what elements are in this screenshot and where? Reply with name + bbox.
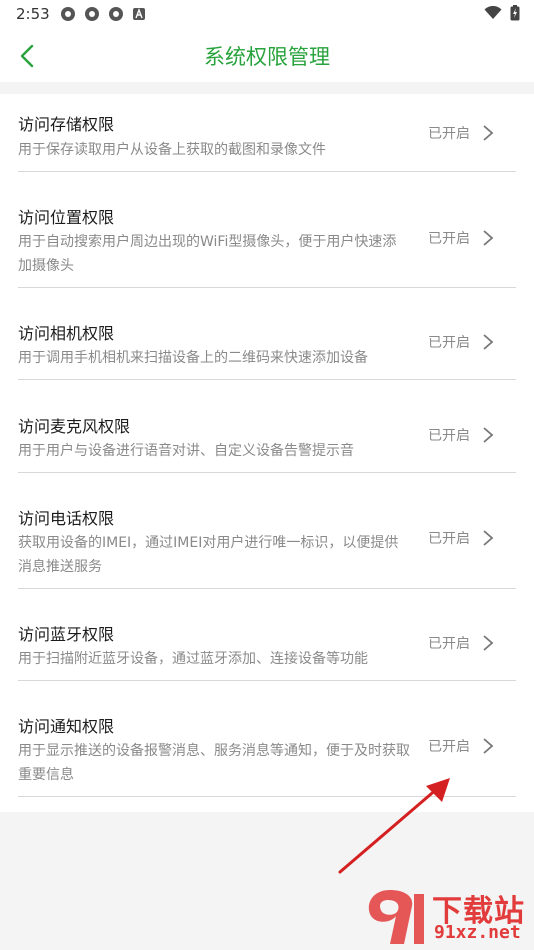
permission-row-bluetooth[interactable]: 访问蓝牙权限 用于扫描附近蓝牙设备，通过蓝牙添加、连接设备等功能 已开启 xyxy=(18,588,516,681)
permission-row-notification[interactable]: 访问通知权限 用于显示推送的设备报警消息、服务消息等通知，便于及时获取重要信息 … xyxy=(18,680,516,797)
chevron-right-icon xyxy=(483,530,494,546)
permission-description: 用于扫描附近蓝牙设备，通过蓝牙添加、连接设备等功能 xyxy=(18,651,368,667)
permission-title: 访问位置权限 xyxy=(18,208,115,227)
permission-title: 访问蓝牙权限 xyxy=(18,625,115,644)
chevron-right-icon xyxy=(483,230,494,246)
permission-list: 访问存储权限 用于保存读取用户从设备上获取的截图和录像文件 已开启 访问位置权限… xyxy=(0,94,534,812)
chevron-right-icon xyxy=(483,427,494,443)
permission-status: 已开启 xyxy=(428,428,470,444)
permission-title: 访问相机权限 xyxy=(18,324,115,343)
status-time: 2:53 xyxy=(16,5,50,23)
permission-description: 用于自动搜索用户周边出现的WiFi型摄像头，便于用户快速添加摄像头 xyxy=(18,234,397,274)
chevron-right-icon xyxy=(483,635,494,651)
chevron-right-icon xyxy=(483,334,494,350)
permission-status: 已开启 xyxy=(428,636,470,652)
permission-status: 已开启 xyxy=(428,531,470,547)
permission-row-storage[interactable]: 访问存储权限 用于保存读取用户从设备上获取的截图和录像文件 已开启 xyxy=(18,94,516,172)
permission-title: 访问麦克风权限 xyxy=(18,417,131,436)
permission-status: 已开启 xyxy=(428,126,470,142)
permission-description: 用于显示推送的设备报警消息、服务消息等通知，便于及时获取重要信息 xyxy=(18,743,410,783)
battery-icon xyxy=(510,5,520,21)
chevron-right-icon xyxy=(483,738,494,754)
permission-row-microphone[interactable]: 访问麦克风权限 用于用户与设备进行语音对讲、自定义设备告警提示音 已开启 xyxy=(18,379,516,473)
permission-description: 用于保存读取用户从设备上获取的截图和录像文件 xyxy=(18,142,326,158)
app-notification-icon xyxy=(109,7,123,21)
watermark-domain: 91xz.net xyxy=(434,922,521,943)
app-notification-icon xyxy=(61,7,75,21)
permission-row-camera[interactable]: 访问相机权限 用于调用手机相机来扫描设备上的二维码来快速添加设备 已开启 xyxy=(18,287,516,380)
watermark: 下载站 91xz.net xyxy=(360,884,534,950)
permission-description: 用于调用手机相机来扫描设备上的二维码来快速添加设备 xyxy=(18,350,368,366)
permission-row-phone[interactable]: 访问电话权限 获取用设备的IMEI，通过IMEI对用户进行唯一标识，以便提供消息… xyxy=(18,472,516,589)
app-notification-icon xyxy=(85,7,99,21)
permission-status: 已开启 xyxy=(428,231,470,247)
permission-status: 已开启 xyxy=(428,335,470,351)
watermark-logo-icon xyxy=(368,890,424,944)
wifi-icon xyxy=(484,6,502,19)
status-bar: 2:53 xyxy=(0,0,534,28)
permission-description: 用于用户与设备进行语音对讲、自定义设备告警提示音 xyxy=(18,443,354,459)
status-system-icons xyxy=(484,5,520,21)
permission-status: 已开启 xyxy=(428,739,470,755)
permission-row-location[interactable]: 访问位置权限 用于自动搜索用户周边出现的WiFi型摄像头，便于用户快速添加摄像头… xyxy=(18,171,516,288)
app-header: 系统权限管理 xyxy=(0,28,534,82)
permission-title: 访问通知权限 xyxy=(18,717,115,736)
page-title: 系统权限管理 xyxy=(204,45,330,69)
permission-title: 访问电话权限 xyxy=(18,509,115,528)
permission-title: 访问存储权限 xyxy=(18,115,115,134)
chevron-right-icon xyxy=(483,125,494,141)
status-notification-icons xyxy=(60,6,146,22)
permission-description: 获取用设备的IMEI，通过IMEI对用户进行唯一标识，以便提供消息推送服务 xyxy=(18,535,399,575)
font-notification-icon xyxy=(133,8,145,20)
